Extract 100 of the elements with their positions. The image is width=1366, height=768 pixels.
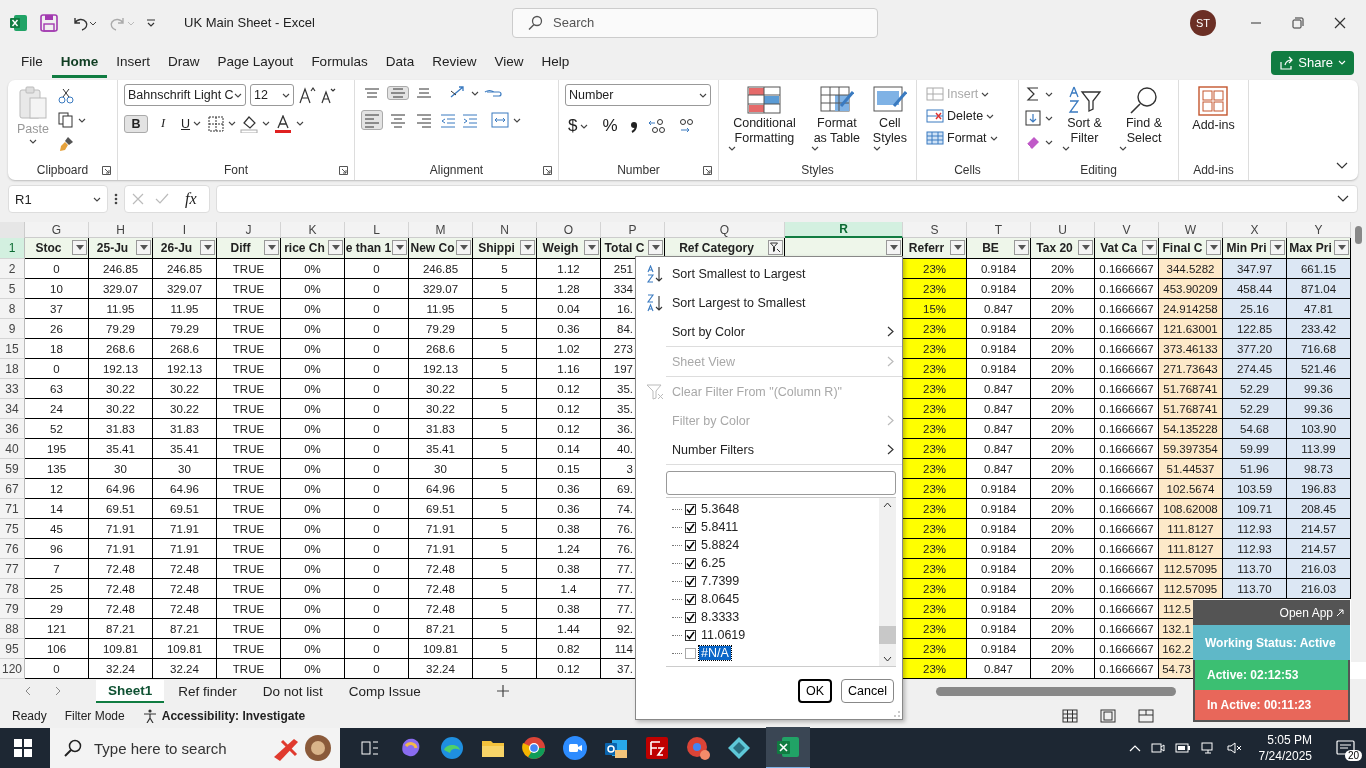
row-number[interactable]: 33 [0, 379, 25, 399]
menu-tab[interactable]: Page Layout [208, 47, 303, 78]
row-number[interactable]: 67 [0, 479, 25, 499]
filter-button[interactable] [520, 240, 535, 255]
value-label[interactable]: 5.8824 [699, 538, 742, 552]
value-label[interactable]: 8.0645 [699, 592, 742, 606]
column-header[interactable]: Y [1287, 222, 1351, 238]
checkbox[interactable] [685, 593, 696, 605]
checkbox[interactable] [685, 557, 696, 569]
row-number[interactable]: 34 [0, 399, 25, 419]
column-header[interactable]: K [281, 222, 345, 238]
row-number[interactable]: 18 [0, 359, 25, 379]
menu-tab[interactable]: Draw [159, 47, 209, 78]
menu-tab[interactable]: View [485, 47, 533, 78]
column-header[interactable]: P [601, 222, 665, 238]
taskbar-search-field[interactable]: Type here to search [50, 728, 340, 768]
row-number[interactable]: 8 [0, 299, 25, 319]
value-label[interactable]: #N/A [699, 646, 731, 660]
value-label[interactable]: 5.8411 [699, 520, 741, 534]
column-header[interactable]: I [153, 222, 217, 238]
menu-tab[interactable]: Data [376, 47, 424, 78]
column-header[interactable]: J [217, 222, 281, 238]
checkbox[interactable] [685, 611, 696, 623]
value-label[interactable]: 7.7399 [699, 574, 742, 588]
notification-badge[interactable]: 20 [1344, 750, 1362, 761]
horizontal-align-button[interactable] [361, 110, 383, 130]
row-number[interactable]: 9 [0, 319, 25, 339]
column-header[interactable]: H [89, 222, 153, 238]
menu-tab[interactable]: Review [423, 47, 486, 78]
sheet-tab[interactable]: Sheet1 [96, 679, 165, 703]
column-header[interactable]: W [1159, 222, 1223, 238]
currency-button[interactable]: $ [565, 114, 592, 138]
value-label[interactable]: 8.3333 [699, 610, 742, 624]
bold-button[interactable]: B [124, 114, 148, 133]
row-number[interactable]: 88 [0, 619, 25, 639]
row-number[interactable]: 40 [0, 439, 25, 459]
vertical-align-button[interactable] [387, 86, 409, 100]
filter-button[interactable] [1206, 240, 1221, 255]
menu-item[interactable]: Sort by Color [636, 317, 902, 346]
font-size-dropdown[interactable]: 12 [250, 84, 294, 106]
open-app-link[interactable]: Open App [1193, 600, 1350, 625]
horizontal-scrollbar[interactable] [936, 686, 1176, 696]
checkbox[interactable] [685, 647, 696, 659]
style-gallery-button[interactable]: Conditional Formatting [725, 84, 804, 160]
filter-button[interactable] [648, 240, 663, 255]
cells-button[interactable]: Delete [923, 106, 1001, 126]
checkbox[interactable] [685, 503, 696, 515]
cancel-button[interactable]: Cancel [841, 679, 894, 703]
add-ins-button[interactable]: Add-ins [1189, 84, 1238, 160]
column-header[interactable]: N [473, 222, 537, 238]
cells-button[interactable]: Format [923, 128, 1001, 148]
clock-date[interactable]: 7/24/2025 [1258, 748, 1312, 764]
sheet-tab[interactable]: Ref finder [166, 680, 249, 702]
insert-function-button[interactable]: fx [179, 190, 203, 208]
row-number[interactable]: 77 [0, 559, 25, 579]
filter-button[interactable] [456, 240, 471, 255]
filter-button[interactable] [1078, 240, 1093, 255]
search-field[interactable]: Search [512, 7, 878, 38]
filter-button[interactable] [328, 240, 343, 255]
checkbox[interactable] [685, 575, 696, 587]
row-number[interactable]: 95 [0, 639, 25, 659]
editing-button[interactable]: Sort & Filter [1059, 84, 1110, 160]
value-label[interactable]: 5.3648 [699, 502, 742, 516]
row-number[interactable]: 36 [0, 419, 25, 439]
row-number[interactable]: 59 [0, 459, 25, 479]
column-header[interactable]: L [345, 222, 409, 238]
share-button[interactable]: Share [1271, 50, 1354, 75]
column-header[interactable]: S [903, 222, 967, 238]
column-header[interactable]: G [25, 222, 89, 238]
percent-button[interactable]: % [599, 114, 621, 138]
column-header[interactable]: M [409, 222, 473, 238]
sheet-tab[interactable]: Comp Issue [336, 680, 433, 702]
filter-button[interactable] [264, 240, 279, 255]
filter-button[interactable] [72, 240, 87, 255]
menu-tab[interactable]: File [12, 47, 52, 78]
row-number[interactable]: 1 [0, 238, 25, 259]
column-header[interactable]: U [1031, 222, 1095, 238]
filter-button[interactable] [1142, 240, 1157, 255]
filter-button[interactable] [200, 240, 215, 255]
row-number[interactable]: 2 [0, 259, 25, 279]
row-number[interactable]: 120 [0, 659, 25, 679]
scroll-thumb[interactable] [879, 626, 896, 644]
filter-button[interactable] [1334, 240, 1349, 255]
column-header[interactable]: T [967, 222, 1031, 238]
checkbox[interactable] [685, 521, 696, 533]
value-label[interactable]: 6.25 [699, 556, 728, 570]
accessibility-status[interactable]: Accessibility: Investigate [161, 708, 306, 723]
ok-button[interactable]: OK [798, 679, 833, 703]
menu-item[interactable]: Sort Largest to Smallest [636, 288, 902, 317]
menu-tab[interactable]: Home [51, 47, 108, 78]
menu-tab[interactable]: Help [532, 47, 579, 78]
row-number[interactable]: 5 [0, 279, 25, 299]
filter-button[interactable] [886, 240, 901, 255]
filter-button[interactable] [1270, 240, 1285, 255]
filter-button[interactable] [1014, 240, 1029, 255]
filter-button[interactable] [584, 240, 599, 255]
number-format-dropdown[interactable]: Number [565, 84, 711, 106]
column-header[interactable]: R [785, 222, 903, 238]
filter-button[interactable] [136, 240, 151, 255]
search-field[interactable] [666, 471, 896, 495]
